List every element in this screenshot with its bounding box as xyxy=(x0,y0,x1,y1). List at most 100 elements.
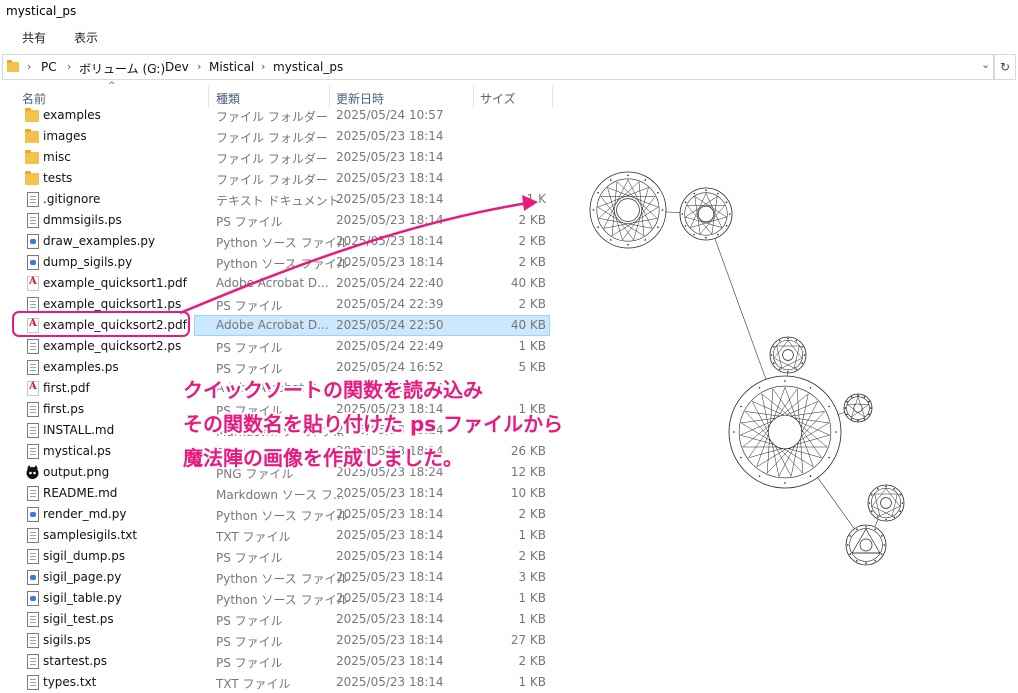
file-row[interactable]: misc ファイル フォルダー 2025/05/23 18:14 xyxy=(10,147,550,168)
file-date: 2025/05/23 18:14 xyxy=(336,150,444,164)
file-date: 2025/05/24 16:52 xyxy=(336,360,444,374)
file-date: 2025/05/23 18:14 xyxy=(336,507,444,521)
file-row[interactable]: .gitignore テキスト ドキュメント 2025/05/23 18:14 1 K xyxy=(10,189,550,210)
file-size: 1 KB xyxy=(518,591,546,605)
file-date: 2025/05/23 18:14 xyxy=(336,192,444,206)
address-box[interactable]: › PC › ボリューム (G:) › Dev › Mistical › mys… xyxy=(2,54,994,80)
folder-icon xyxy=(25,129,39,143)
ribbon-tab-share[interactable]: 共有 xyxy=(22,29,46,46)
chevron-right-icon[interactable]: › xyxy=(197,60,201,73)
python-file-icon xyxy=(27,570,39,585)
document-icon xyxy=(27,654,39,669)
file-type: ファイル フォルダー xyxy=(216,173,328,187)
file-name: first.ps xyxy=(43,402,85,416)
file-name: render_md.py xyxy=(43,507,127,521)
file-name: sigils.ps xyxy=(43,633,91,647)
file-row[interactable]: types.txt TXT ファイル 2025/05/23 18:14 1 KB xyxy=(10,672,550,693)
file-size: 2 KB xyxy=(518,654,546,668)
file-type: テキスト ドキュメント xyxy=(216,194,340,208)
file-name: dmmsigils.ps xyxy=(43,213,122,227)
file-size: 3 KB xyxy=(518,570,546,584)
file-date: 2025/05/23 18:14 xyxy=(336,549,444,563)
pdf-icon xyxy=(27,276,39,291)
file-type: PS ファイル xyxy=(216,614,283,628)
python-file-icon xyxy=(27,507,39,522)
chevron-down-icon[interactable]: ⌄ xyxy=(981,58,990,71)
file-size: 1 KB xyxy=(518,339,546,353)
file-row[interactable]: examples ファイル フォルダー 2025/05/24 10:57 xyxy=(10,105,550,126)
breadcrumb-mystical-ps[interactable]: mystical_ps xyxy=(273,60,343,74)
breadcrumb-dev[interactable]: Dev xyxy=(165,60,189,74)
file-date: 2025/05/23 18:14 xyxy=(336,591,444,605)
file-size: 2 KB xyxy=(518,255,546,269)
file-type: PS ファイル xyxy=(216,299,283,313)
file-date: 2025/05/23 18:14 xyxy=(336,171,444,185)
folder-icon xyxy=(25,171,39,185)
file-type: TXT ファイル xyxy=(216,677,291,691)
file-type: Python ソース ファイル xyxy=(216,236,349,250)
file-date: 2025/05/24 10:57 xyxy=(336,108,444,122)
file-name: tests xyxy=(43,171,73,185)
file-type: Python ソース ファイル xyxy=(216,572,349,586)
file-type: Adobe Acrobat D... xyxy=(216,318,329,332)
file-row[interactable]: README.md Markdown ソース フ... 2025/05/23 18:… xyxy=(10,483,550,504)
file-name: mystical.ps xyxy=(43,444,112,458)
file-name: sigil_dump.ps xyxy=(43,549,126,563)
file-name: sigil_test.ps xyxy=(43,612,114,626)
window-title: mystical_ps xyxy=(6,4,77,18)
refresh-icon[interactable]: ↻ xyxy=(994,54,1016,80)
file-size: 1 KB xyxy=(518,528,546,542)
file-type: PS ファイル xyxy=(216,635,283,649)
file-row[interactable]: dump_sigils.py Python ソース ファイル 2025/05/23 … xyxy=(10,252,550,273)
folder-icon xyxy=(7,60,19,72)
ribbon-tab-view[interactable]: 表示 xyxy=(74,29,98,46)
file-name: INSTALL.md xyxy=(43,423,115,437)
file-name: output.png xyxy=(43,465,110,479)
chevron-right-icon[interactable]: › xyxy=(27,60,31,73)
file-type: Python ソース ファイル xyxy=(216,593,349,607)
file-size: 12 KB xyxy=(510,465,546,479)
document-icon xyxy=(27,402,39,417)
document-icon xyxy=(27,444,39,459)
column-divider[interactable] xyxy=(552,86,553,108)
file-row[interactable]: sigil_page.py Python ソース ファイル 2025/05/23 1… xyxy=(10,567,550,588)
folder-icon xyxy=(25,108,39,122)
pdf-icon xyxy=(27,381,39,396)
breadcrumb-mistical[interactable]: Mistical xyxy=(209,60,254,74)
file-row[interactable]: startest.ps PS ファイル 2025/05/23 18:14 2 KB xyxy=(10,651,550,672)
annotation-line-1: クイックソートの関数を読み込み xyxy=(183,378,483,402)
file-size: 40 KB xyxy=(510,318,546,332)
chevron-right-icon[interactable]: › xyxy=(67,60,71,73)
file-row[interactable]: sigil_table.py Python ソース ファイル 2025/05/23 … xyxy=(10,588,550,609)
file-row[interactable]: example_quicksort1.pdf Adobe Acrobat D...… xyxy=(10,273,550,294)
file-row[interactable]: dmmsigils.ps PS ファイル 2025/05/23 18:14 2 KB xyxy=(10,210,550,231)
document-icon xyxy=(27,297,39,312)
file-row[interactable]: images ファイル フォルダー 2025/05/23 18:14 xyxy=(10,126,550,147)
folder-icon xyxy=(25,150,39,164)
file-type: PS ファイル xyxy=(216,341,283,355)
file-row[interactable]: draw_examples.py Python ソース ファイル 2025/05/2… xyxy=(10,231,550,252)
file-row[interactable]: sigil_test.ps PS ファイル 2025/05/23 18:14 1 KB xyxy=(10,609,550,630)
file-row[interactable]: samplesigils.txt TXT ファイル 2025/05/23 18:14… xyxy=(10,525,550,546)
breadcrumb-pc[interactable]: PC xyxy=(41,60,57,74)
python-file-icon xyxy=(27,234,39,249)
file-date: 2025/05/24 22:50 xyxy=(336,318,444,332)
file-date: 2025/05/24 22:49 xyxy=(336,339,444,353)
file-row[interactable]: render_md.py Python ソース ファイル 2025/05/23 18… xyxy=(10,504,550,525)
file-name: sigil_page.py xyxy=(43,570,122,584)
file-size: 2 KB xyxy=(518,234,546,248)
file-row[interactable]: example_quicksort2.ps PS ファイル 2025/05/24 2… xyxy=(10,336,550,357)
file-row[interactable]: sigils.ps PS ファイル 2025/05/23 18:14 27 KB xyxy=(10,630,550,651)
file-row[interactable]: tests ファイル フォルダー 2025/05/23 18:14 xyxy=(10,168,550,189)
file-row[interactable]: sigil_dump.ps PS ファイル 2025/05/23 18:14 2 KB xyxy=(10,546,550,567)
file-type: PS ファイル xyxy=(216,551,283,565)
image-icon xyxy=(25,465,40,480)
document-icon xyxy=(27,192,39,207)
magic-circle-image xyxy=(589,171,905,566)
file-date: 2025/05/23 18:14 xyxy=(336,255,444,269)
file-type: TXT ファイル xyxy=(216,530,291,544)
chevron-right-icon[interactable]: › xyxy=(261,60,265,73)
python-file-icon xyxy=(27,255,39,270)
chevron-right-icon[interactable]: › xyxy=(153,60,157,73)
document-icon xyxy=(27,612,39,627)
